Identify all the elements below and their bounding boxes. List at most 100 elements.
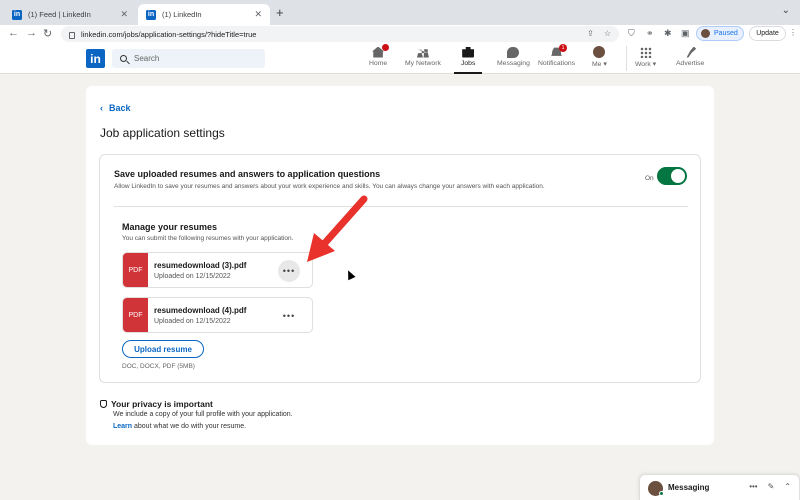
- shield-icon: [100, 400, 107, 408]
- search-placeholder: Search: [134, 54, 160, 63]
- nav-label: Notifications: [538, 60, 576, 67]
- online-status-icon: [659, 491, 664, 496]
- tab-title: (1) Feed | LinkedIn: [28, 10, 91, 19]
- messaging-overlay[interactable]: Messaging ••• ✎ ⌃: [639, 474, 800, 500]
- people-icon: [416, 46, 429, 58]
- accepted-formats: DOC, DOCX, PDF (5MB): [122, 363, 195, 370]
- resume-item: PDF resumedownload (4).pdf Uploaded on 1…: [122, 297, 313, 333]
- privacy-heading: Your privacy is important: [100, 399, 213, 409]
- url-text: linkedin.com/jobs/application-settings/?…: [81, 29, 257, 39]
- grid-icon: [639, 46, 652, 58]
- profile-status: Paused: [714, 30, 738, 37]
- nav-label: Jobs: [461, 60, 476, 67]
- browser-tab-linkedin[interactable]: in (1) LinkedIn ✕: [138, 4, 270, 25]
- nav-label: Advertise: [676, 60, 705, 67]
- nav-work[interactable]: Work ▾: [635, 46, 656, 73]
- resume-item: PDF resumedownload (3).pdf Uploaded on 1…: [122, 252, 313, 288]
- more-options-button[interactable]: •••: [278, 260, 300, 282]
- linkedin-favicon-icon: in: [146, 9, 156, 20]
- resume-filename: resumedownload (3).pdf: [154, 261, 247, 270]
- nav-label: Home: [369, 60, 388, 67]
- toggle-state-label: On: [645, 175, 654, 182]
- address-bar[interactable]: linkedin.com/jobs/application-settings/?…: [61, 26, 619, 42]
- notification-count-badge: 1: [559, 44, 568, 52]
- ellipsis-icon: •••: [282, 311, 296, 321]
- chat-icon: [507, 46, 520, 58]
- chevron-up-icon[interactable]: ⌃: [784, 482, 791, 491]
- nav-label: Me ▾: [592, 61, 607, 68]
- resume-upload-date: Uploaded on 12/15/2022: [154, 318, 231, 325]
- shield-extension-icon[interactable]: ⛉: [628, 28, 635, 39]
- nav-label: Messaging: [497, 60, 530, 67]
- manage-resumes-description: You can submit the following resumes wit…: [122, 235, 294, 242]
- back-arrow-icon[interactable]: ←: [8, 27, 19, 39]
- profile-chip[interactable]: Paused: [696, 26, 744, 41]
- privacy-description: We include a copy of your full profile w…: [113, 411, 293, 418]
- toggle-knob: [671, 169, 685, 183]
- more-options-button[interactable]: •••: [278, 305, 300, 327]
- save-setting-description: Allow LinkedIn to save your resumes and …: [114, 183, 545, 190]
- update-button[interactable]: Update: [749, 26, 786, 41]
- search-icon: [120, 55, 127, 62]
- save-setting-title: Save uploaded resumes and answers to app…: [114, 169, 381, 179]
- privacy-title: Your privacy is important: [111, 399, 213, 409]
- back-label: Back: [109, 103, 131, 113]
- learn-link[interactable]: Learn: [113, 423, 132, 430]
- close-tab-icon[interactable]: ✕: [120, 9, 128, 20]
- manage-resumes-title: Manage your resumes: [122, 222, 218, 232]
- tab-title: (1) LinkedIn: [162, 10, 202, 19]
- link-extension-icon[interactable]: ⚭: [646, 28, 654, 39]
- nav-home[interactable]: Home: [369, 44, 389, 73]
- page-title: Job application settings: [100, 126, 225, 140]
- linkedin-favicon-icon: in: [12, 9, 22, 20]
- nav-my-network[interactable]: My Network: [405, 46, 441, 73]
- upload-resume-button[interactable]: Upload resume: [122, 340, 204, 358]
- nav-label: Work ▾: [635, 61, 657, 68]
- avatar: [593, 46, 606, 58]
- star-icon[interactable]: ☆: [604, 29, 611, 38]
- avatar: [701, 29, 710, 38]
- search-input[interactable]: Search: [112, 49, 265, 68]
- learn-link-rest: about what we do with your resume.: [132, 423, 247, 430]
- pdf-file-icon: PDF: [123, 298, 148, 332]
- chevron-down-icon[interactable]: ⌄: [782, 5, 790, 16]
- save-resumes-toggle[interactable]: [657, 167, 687, 185]
- share-icon[interactable]: ⇪: [587, 29, 594, 38]
- new-tab-icon[interactable]: +: [276, 5, 284, 20]
- nav-messaging[interactable]: Messaging: [497, 46, 530, 73]
- reload-icon[interactable]: ↻: [43, 27, 52, 40]
- settings-card: ‹ Back Job application settings Save upl…: [86, 86, 714, 445]
- advertise-icon: [684, 46, 697, 58]
- back-link[interactable]: ‹ Back: [100, 103, 131, 113]
- close-tab-icon[interactable]: ✕: [254, 9, 262, 20]
- forward-arrow-icon[interactable]: →: [26, 27, 37, 39]
- bell-icon: 1: [550, 44, 568, 58]
- linkedin-logo[interactable]: in: [86, 49, 105, 68]
- briefcase-icon: [462, 46, 475, 58]
- messaging-label: Messaging: [668, 483, 710, 492]
- chevron-left-icon: ‹: [100, 103, 103, 113]
- browser-toolbar: ← → ↻ linkedin.com/jobs/application-sett…: [0, 25, 800, 43]
- notification-dot: [381, 44, 389, 51]
- linkedin-header: in Search Home My Network Jobs Messaging…: [0, 43, 800, 74]
- nav-label: My Network: [405, 60, 441, 67]
- nav-jobs[interactable]: Jobs: [453, 46, 483, 74]
- nav-me[interactable]: Me ▾: [592, 46, 607, 73]
- resume-settings-section: Save uploaded resumes and answers to app…: [99, 154, 701, 383]
- pdf-file-icon: PDF: [123, 253, 148, 287]
- nav-divider: [626, 46, 627, 71]
- sidebar-icon[interactable]: ▣: [681, 28, 690, 39]
- home-icon: [372, 44, 389, 58]
- browser-tab-feed[interactable]: in (1) Feed | LinkedIn ✕: [4, 4, 136, 25]
- compose-icon[interactable]: ✎: [768, 482, 775, 491]
- more-menu-icon[interactable]: ⋮: [789, 28, 797, 37]
- ellipsis-icon[interactable]: •••: [749, 482, 757, 491]
- ellipsis-icon: •••: [282, 266, 296, 276]
- nav-notifications[interactable]: 1 Notifications: [538, 44, 576, 73]
- resume-upload-date: Uploaded on 12/15/2022: [154, 273, 231, 280]
- divider: [114, 206, 688, 207]
- puzzle-extension-icon[interactable]: ✱: [664, 28, 672, 39]
- resume-filename: resumedownload (4).pdf: [154, 306, 247, 315]
- nav-advertise[interactable]: Advertise: [676, 46, 704, 73]
- privacy-learn-more: Learn about what we do with your resume.: [113, 423, 246, 430]
